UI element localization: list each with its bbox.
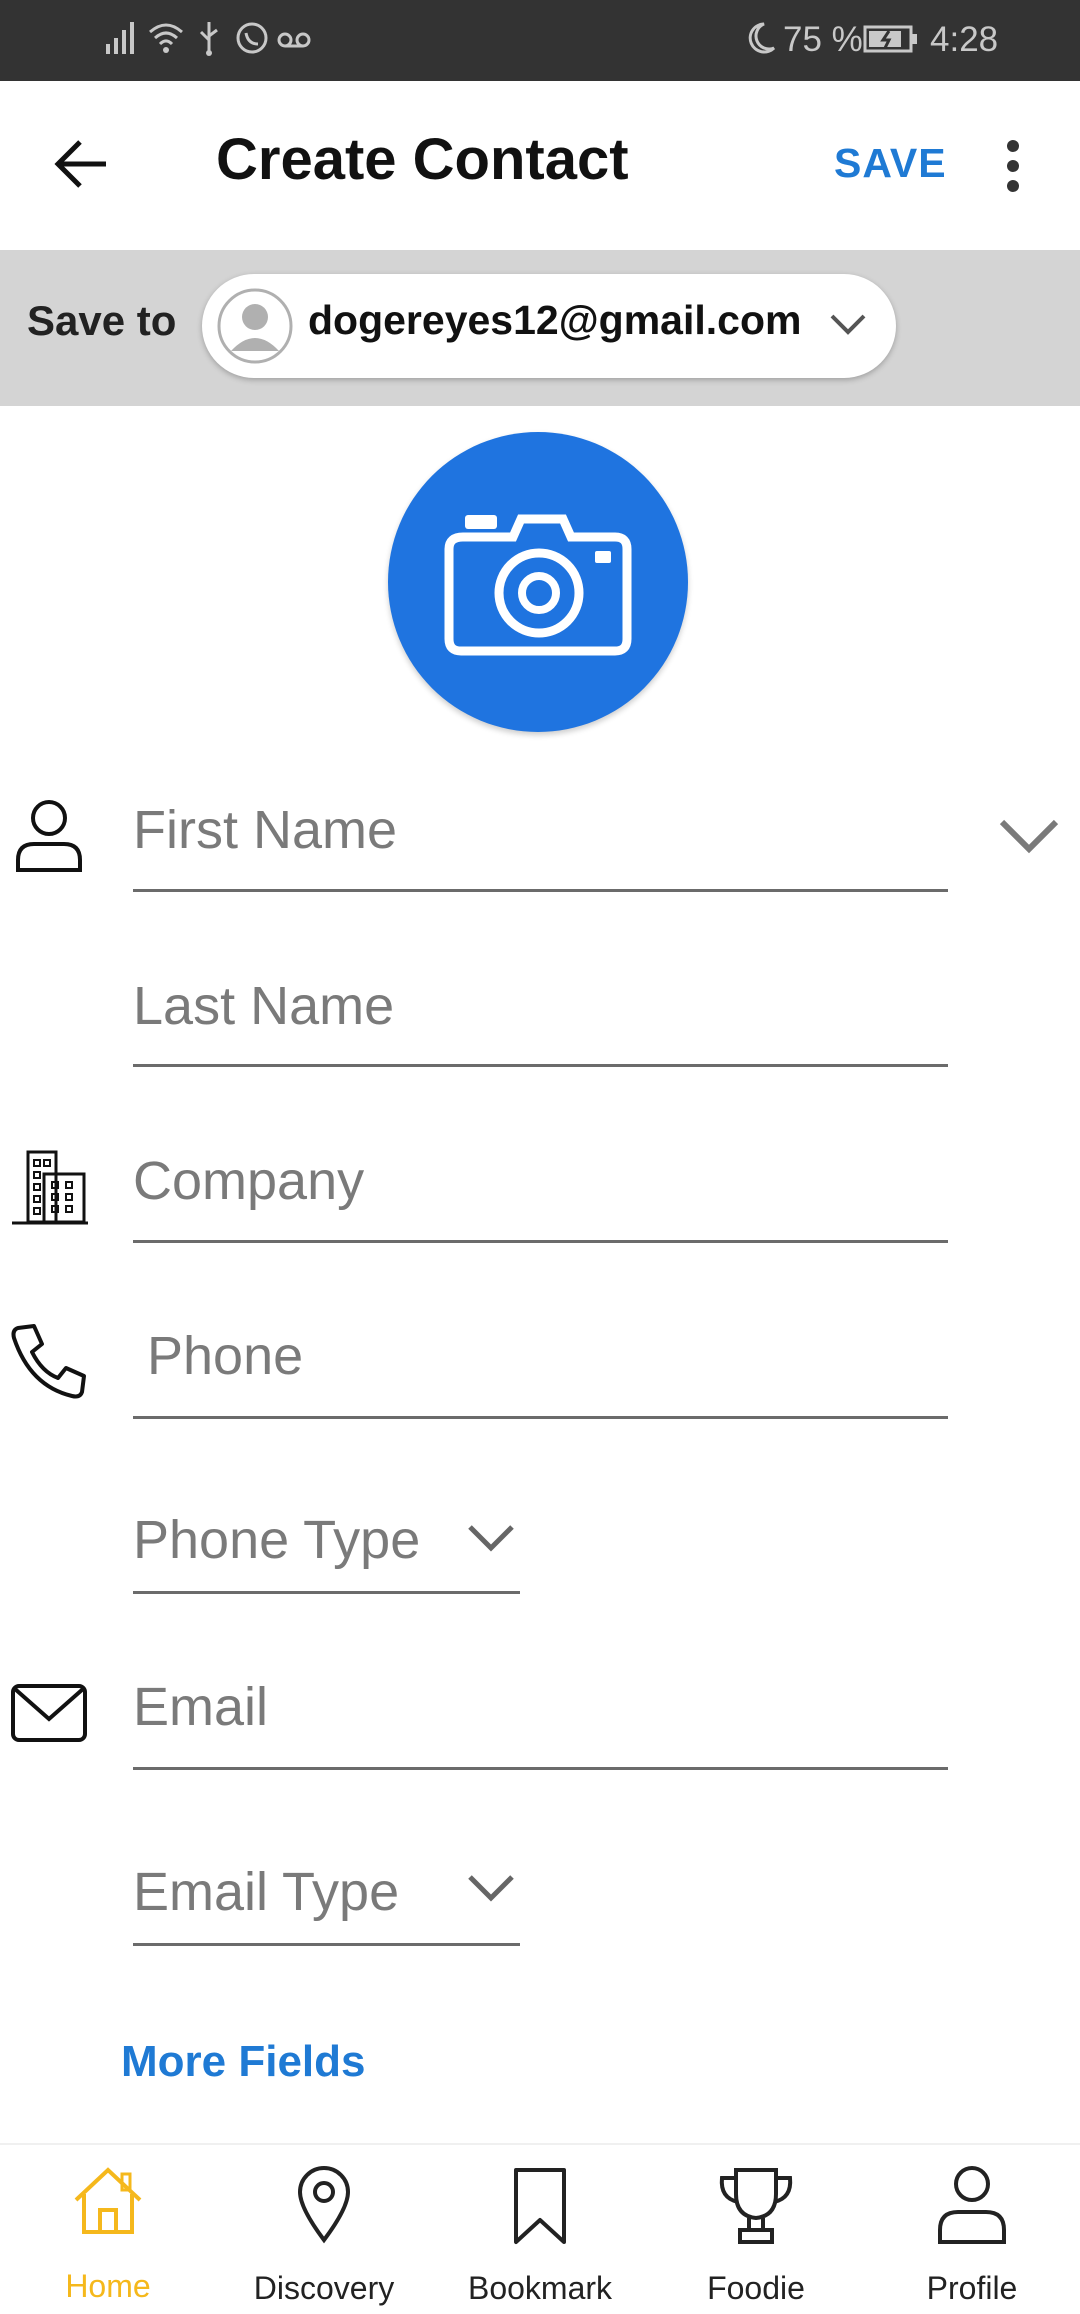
phone-type-select[interactable]: Phone Type [133, 1513, 420, 1567]
location-pin-icon [297, 2166, 351, 2244]
company-building-icon [12, 1150, 88, 1225]
company-underline [133, 1240, 948, 1243]
company-input[interactable]: Company [133, 1154, 364, 1208]
clock: 4:28 [930, 20, 999, 59]
save-button[interactable]: SAVE [834, 143, 947, 184]
nav-label-discovery: Discovery [253, 2270, 395, 2306]
nav-item-discovery[interactable]: Discovery [216, 2150, 432, 2312]
phone-type-chevron-icon [468, 1525, 514, 1552]
battery-icon [863, 25, 917, 53]
nav-item-foodie[interactable]: Foodie [648, 2150, 864, 2312]
nav-label-home: Home [65, 2268, 151, 2304]
account-email: dogereyes12@gmail.com [308, 297, 802, 343]
nav-item-profile[interactable]: Profile [864, 2150, 1080, 2312]
nav-label-profile: Profile [926, 2270, 1018, 2306]
voicemail-icon [277, 32, 311, 48]
phone-input[interactable]: Phone [147, 1329, 303, 1383]
phone-icon [11, 1324, 86, 1399]
signal-icon [106, 22, 134, 54]
page-title: Create Contact [216, 127, 629, 192]
first-name-underline [133, 889, 948, 892]
profile-icon [938, 2166, 1006, 2244]
person-icon [16, 800, 82, 872]
phone-type-underline [133, 1591, 520, 1594]
home-icon [74, 2167, 142, 2234]
last-name-input[interactable]: Last Name [133, 979, 394, 1033]
do-not-disturb-moon-icon [748, 22, 776, 54]
battery-percent: 75 % [783, 20, 863, 59]
save-to-label: Save to [27, 297, 177, 344]
overflow-menu-icon[interactable] [1000, 138, 1026, 194]
nav-item-home[interactable]: Home [0, 2150, 216, 2312]
bookmark-icon [514, 2168, 566, 2244]
chevron-down-icon [830, 314, 866, 335]
more-fields-link[interactable]: More Fields [121, 2040, 366, 2084]
whatsapp-icon [236, 22, 268, 54]
usb-icon [199, 22, 218, 56]
email-input[interactable]: Email [133, 1680, 268, 1734]
wifi-icon [149, 23, 183, 53]
trophy-icon [719, 2168, 793, 2244]
email-type-underline [133, 1943, 520, 1946]
nav-item-bookmark[interactable]: Bookmark [432, 2150, 648, 2312]
phone-underline [133, 1416, 948, 1419]
nav-label-foodie: Foodie [707, 2270, 805, 2306]
back-arrow-icon[interactable] [50, 136, 114, 192]
email-underline [133, 1767, 948, 1770]
camera-icon [444, 514, 632, 656]
last-name-underline [133, 1064, 948, 1067]
nav-label-bookmark: Bookmark [467, 2270, 613, 2306]
email-envelope-icon [11, 1684, 87, 1742]
account-avatar-icon [217, 288, 293, 364]
email-type-chevron-icon [468, 1875, 514, 1902]
status-bar: 75 % 4:28 [0, 0, 1080, 81]
expand-name-chevron-icon[interactable] [998, 816, 1060, 856]
email-type-select[interactable]: Email Type [133, 1865, 399, 1919]
first-name-input[interactable]: First Name [133, 803, 397, 857]
